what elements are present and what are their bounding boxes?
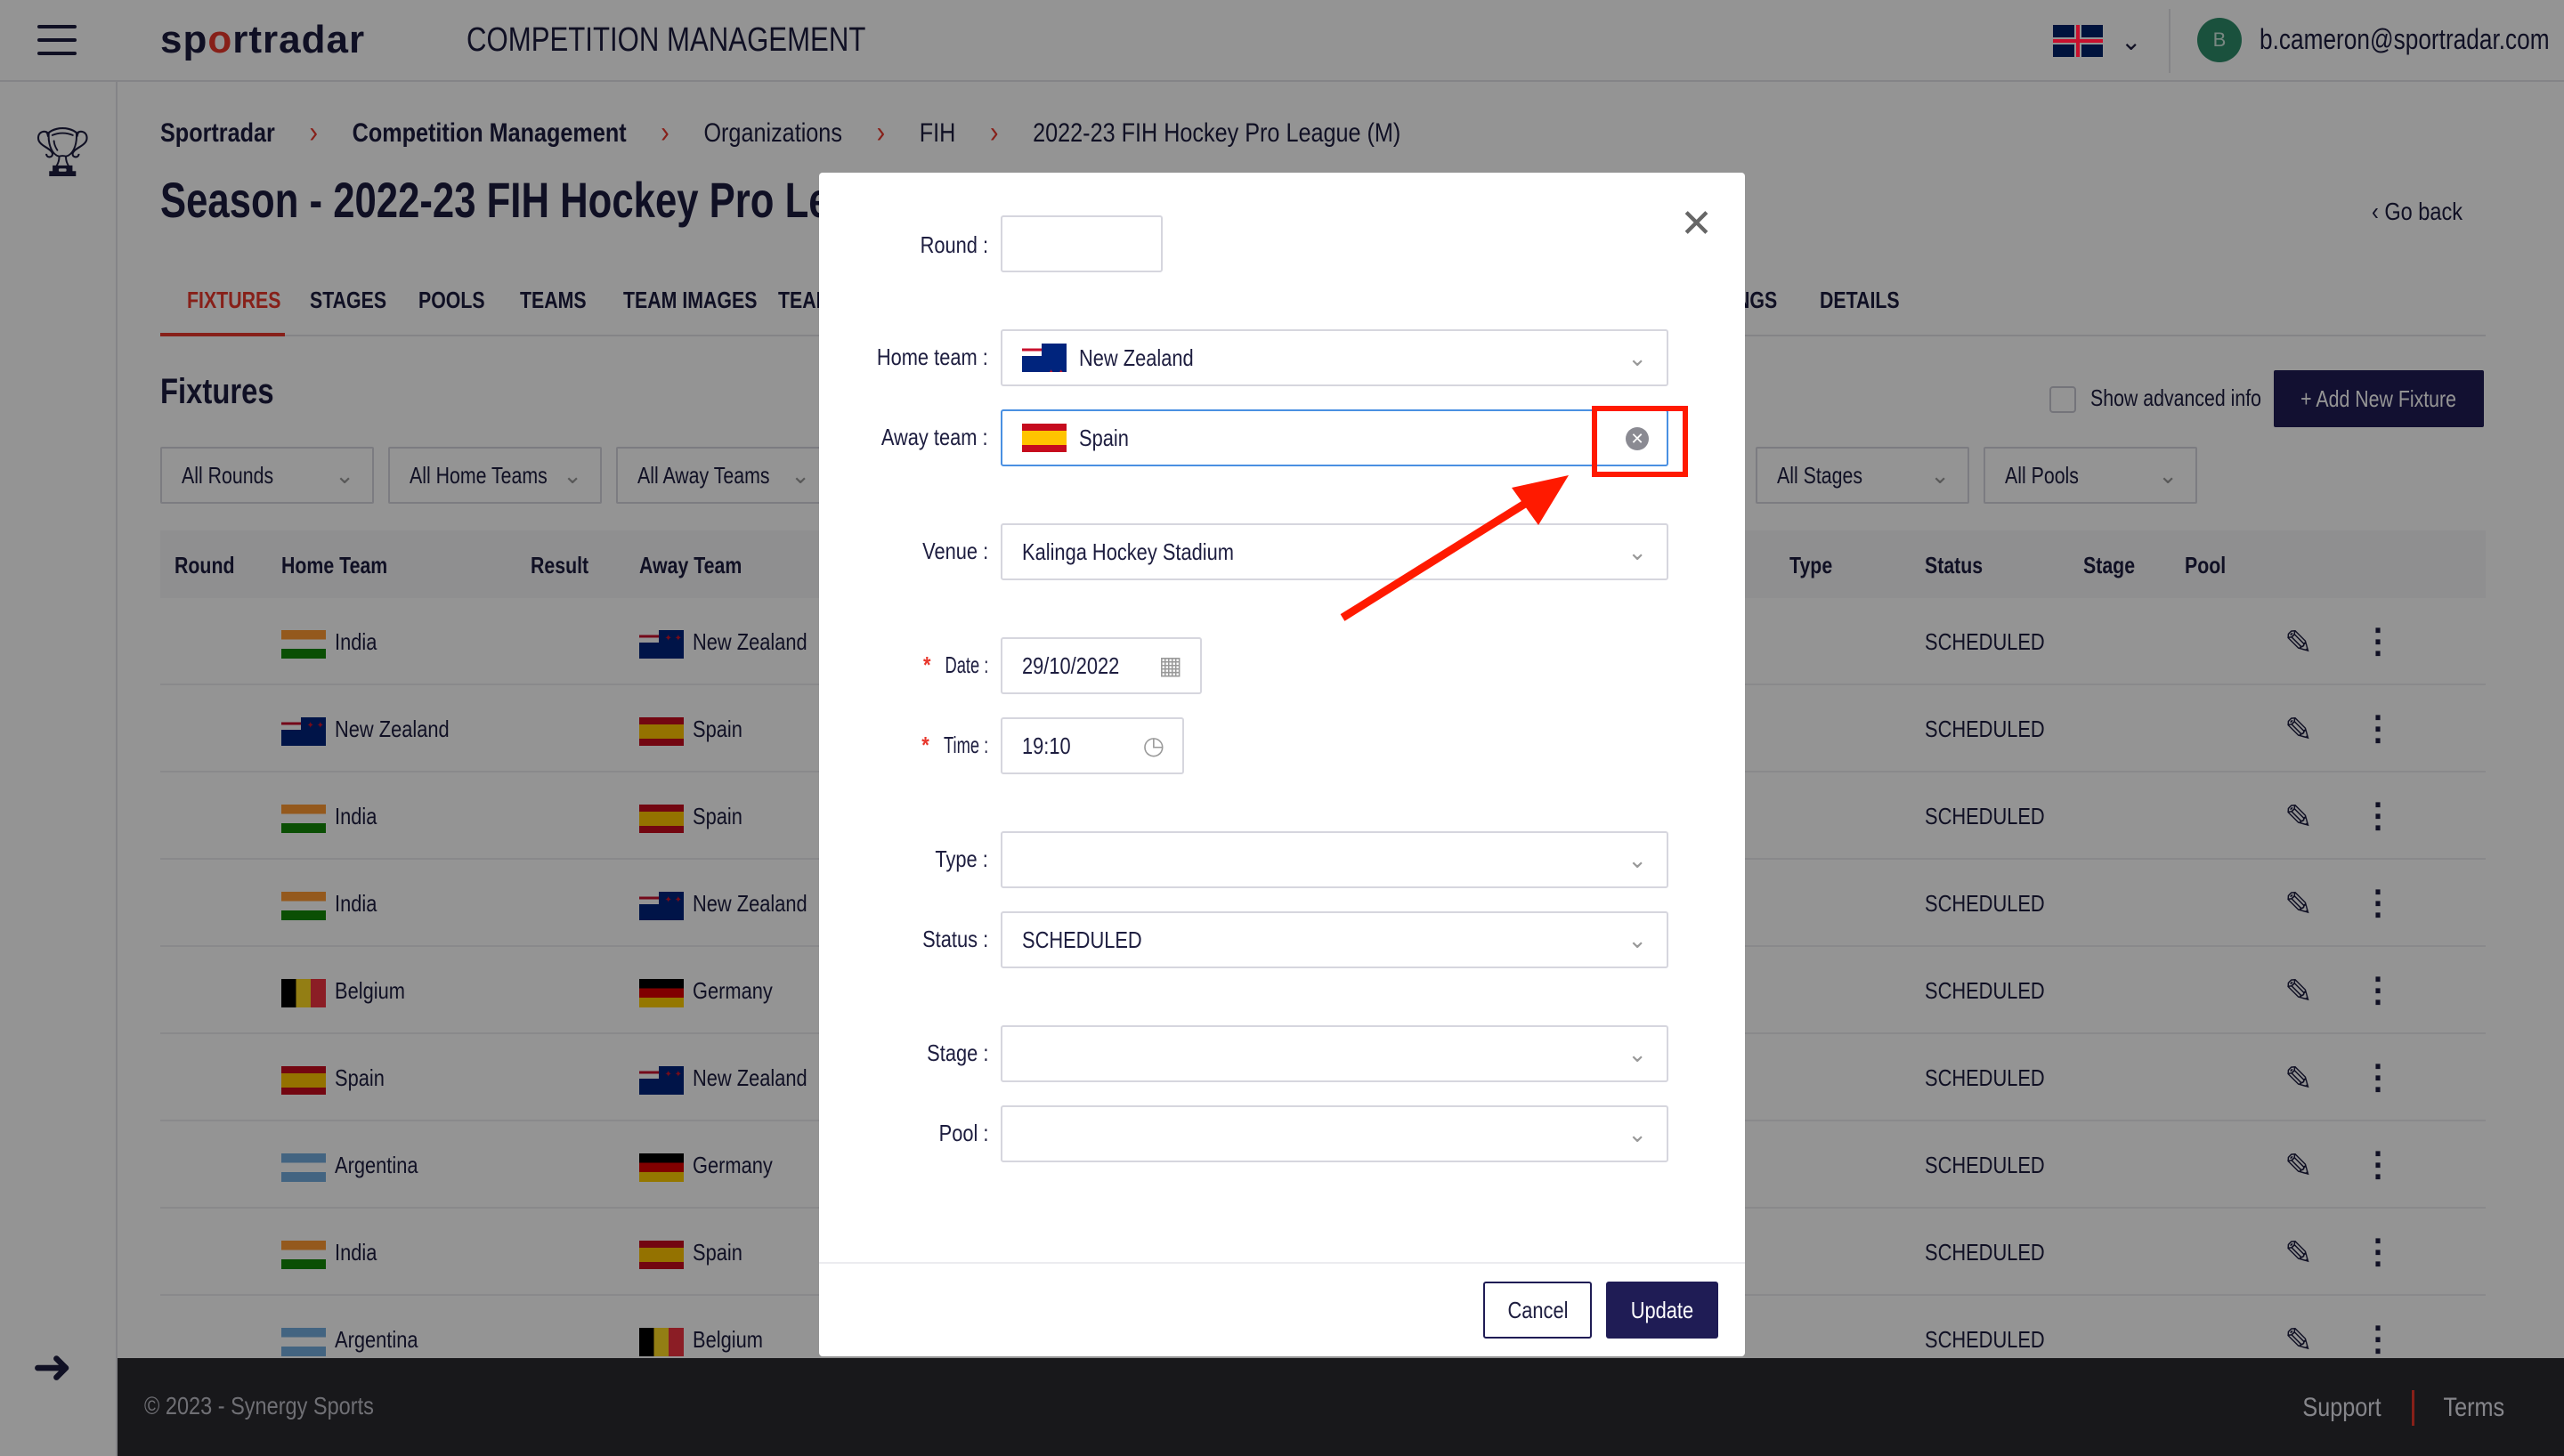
- annotation-arrow: [1340, 475, 1569, 621]
- arrow-shaft: [1340, 498, 1530, 621]
- arrow-head: [1512, 475, 1569, 525]
